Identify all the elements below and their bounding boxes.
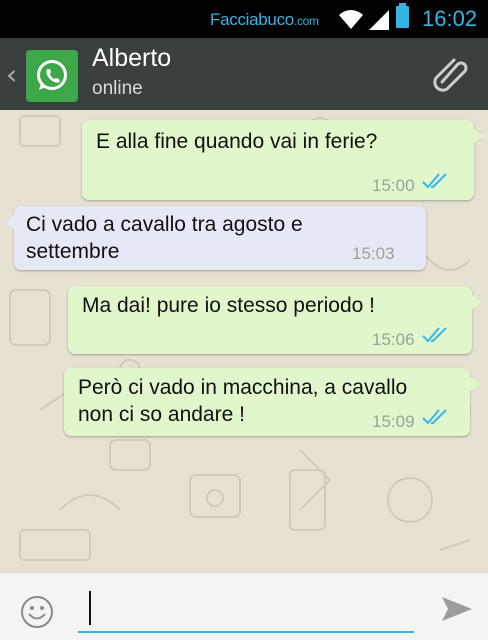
signal-icon [369, 10, 389, 30]
read-ticks-icon [422, 327, 447, 343]
message-time: 15:06 [372, 330, 415, 349]
message-bubble-outgoing[interactable]: Ma dai! pure io stesso periodo ! 15:06 [68, 286, 481, 354]
paperclip-icon[interactable] [430, 52, 474, 96]
contact-status: online [92, 78, 143, 99]
text-cursor [89, 591, 91, 625]
contact-name[interactable]: Alberto [92, 44, 171, 73]
wifi-icon [339, 10, 363, 29]
status-bar: Facciabuco.com 16:02 [0, 0, 488, 38]
message-input[interactable] [78, 583, 414, 633]
message-time: 15:03 [352, 244, 395, 263]
whatsapp-avatar-icon [26, 50, 78, 102]
watermark-suffix: .com [293, 14, 319, 28]
chat-area[interactable]: E alla fine quando vai in ferie? 15:00 C… [0, 110, 488, 572]
back-icon[interactable]: ‹ [6, 58, 17, 91]
composer-bar [0, 572, 488, 640]
emoji-icon[interactable] [20, 595, 54, 629]
message-text: Ma dai! pure io stesso periodo ! [82, 294, 375, 317]
message-text: E alla fine quando vai in ferie? [96, 130, 378, 153]
watermark: Facciabuco.com [210, 10, 319, 30]
send-icon[interactable] [440, 595, 474, 623]
message-bubble-outgoing[interactable]: Però ci vado in macchina, a cavallo non … [64, 368, 479, 436]
message-time: 15:00 [372, 176, 415, 195]
message-time: 15:09 [372, 412, 415, 431]
chat-header: ‹ Alberto online [0, 38, 488, 110]
message-bubble-incoming[interactable]: Ci vado a cavallo tra agosto e settembre… [5, 206, 426, 270]
message-text: Ci vado a cavallo tra agosto e settembre [26, 213, 303, 263]
watermark-main: Facciabuco [210, 10, 294, 29]
message-text: Però ci vado in macchina, a cavallo non … [78, 376, 408, 426]
clock: 16:02 [422, 6, 478, 31]
battery-icon [396, 3, 409, 28]
read-ticks-icon [422, 173, 447, 189]
avatar[interactable] [26, 50, 78, 102]
read-ticks-icon [422, 409, 447, 425]
message-bubble-outgoing[interactable]: E alla fine quando vai in ferie? 15:00 [82, 120, 483, 200]
